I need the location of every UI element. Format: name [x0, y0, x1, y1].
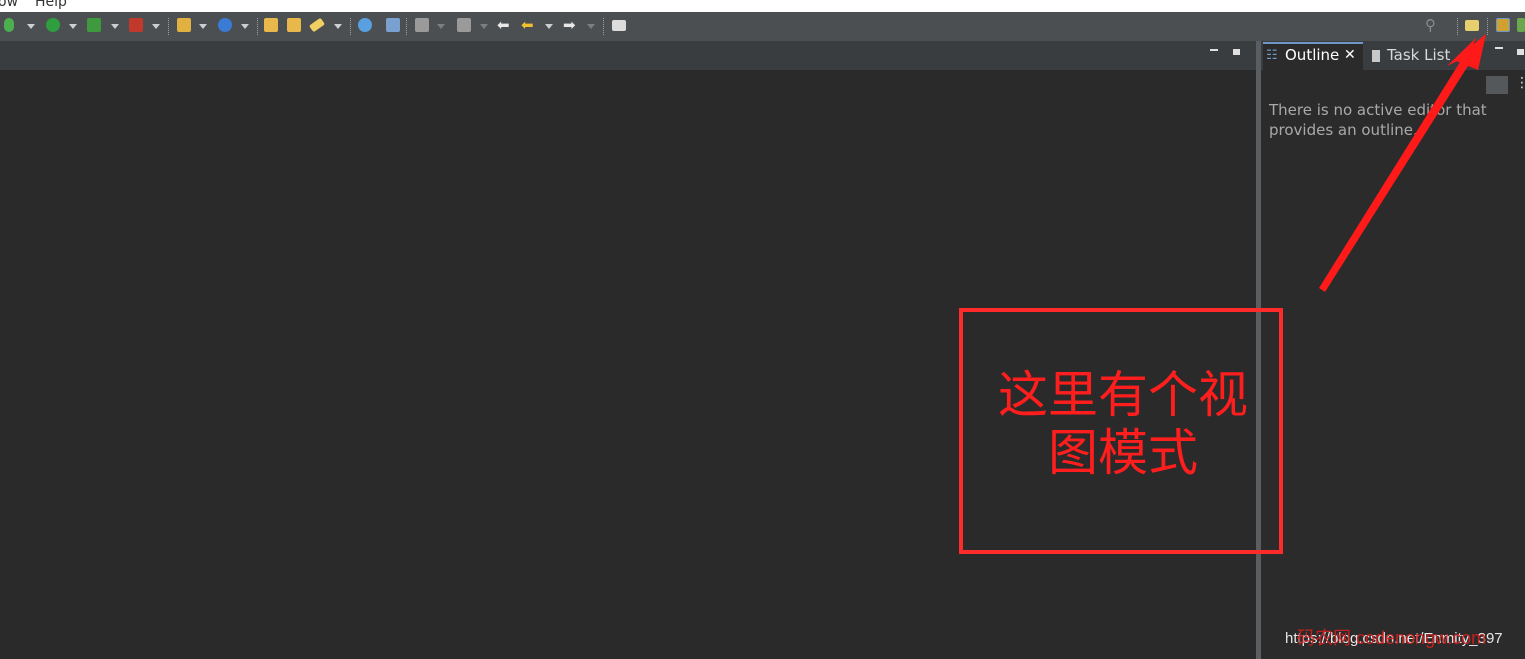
menu-item-help[interactable]: Help: [35, 0, 67, 10]
editor-tab-bar: [0, 41, 1256, 70]
toolbar-separator: [1457, 18, 1459, 35]
new-dropdown-icon[interactable]: [199, 24, 207, 29]
debug-icon[interactable]: [4, 18, 14, 32]
pin-editor-icon[interactable]: [612, 20, 626, 31]
new-class-icon[interactable]: [218, 18, 232, 32]
side-minimize-icon[interactable]: [1495, 47, 1503, 49]
search-icon[interactable]: [386, 18, 400, 32]
view-menu-icon[interactable]: ⋮: [1515, 74, 1525, 92]
toolbar-separator: [603, 18, 605, 35]
java-perspective-icon[interactable]: [1496, 18, 1510, 32]
annotation-text: 这里有个视图模式: [998, 366, 1248, 482]
open-type-icon[interactable]: [264, 18, 278, 32]
debug-perspective-icon[interactable]: [1517, 18, 1525, 32]
back-dropdown-icon[interactable]: [545, 24, 553, 29]
external-tools-dropdown-icon[interactable]: [152, 24, 160, 29]
next-annotation-dropdown-icon[interactable]: [437, 24, 445, 29]
menu-item-window[interactable]: ow: [0, 0, 18, 10]
external-tools-icon[interactable]: [129, 18, 143, 32]
debug-dropdown-icon[interactable]: [27, 24, 35, 29]
run-icon[interactable]: [46, 18, 60, 32]
watermark-overlay: 码农网 codenongw.com: [1297, 628, 1487, 648]
marker-dropdown-icon[interactable]: [334, 24, 342, 29]
previous-annotation-icon[interactable]: [457, 18, 471, 32]
toolbar-separator: [168, 18, 170, 35]
run-last-tool-icon[interactable]: [87, 18, 101, 32]
tab-outline-label[interactable]: Outline: [1285, 46, 1339, 64]
open-perspective-icon[interactable]: [1465, 20, 1479, 31]
focus-on-editor-icon[interactable]: [1486, 76, 1508, 94]
globe-icon[interactable]: [358, 18, 372, 32]
back-icon[interactable]: ⬅: [521, 16, 534, 34]
tab-outline-close-icon[interactable]: ✕: [1344, 47, 1356, 63]
main-toolbar: ⬅ ⬅ ➡ ⚲: [0, 12, 1525, 41]
side-maximize-icon[interactable]: [1517, 49, 1524, 55]
toolbar-separator: [406, 18, 408, 35]
last-edit-location-icon[interactable]: ⬅: [497, 16, 510, 34]
outline-content: [1261, 96, 1525, 659]
toolbar-separator: [350, 18, 352, 35]
outline-empty-message: There is no active editor that provides …: [1269, 101, 1487, 139]
new-class-dropdown-icon[interactable]: [241, 24, 249, 29]
forward-dropdown-icon[interactable]: [587, 24, 595, 29]
run-dropdown-icon[interactable]: [69, 24, 77, 29]
quick-access-search-icon[interactable]: ⚲: [1425, 16, 1436, 34]
outline-icon: ☷: [1266, 48, 1278, 63]
menu-bar: ow Help: [0, 0, 1525, 12]
open-task-icon[interactable]: [287, 18, 301, 32]
run-last-tool-dropdown-icon[interactable]: [111, 24, 119, 29]
tab-task-list[interactable]: Task List: [1387, 46, 1450, 64]
toolbar-separator: [1487, 18, 1489, 35]
new-java-project-icon[interactable]: [177, 18, 191, 32]
forward-icon[interactable]: ➡: [563, 16, 576, 34]
editor-minimize-icon[interactable]: [1210, 49, 1218, 51]
toolbar-separator: [257, 18, 259, 35]
task-list-icon: [1372, 50, 1380, 62]
next-annotation-icon[interactable]: [415, 18, 429, 32]
editor-maximize-icon[interactable]: [1233, 49, 1240, 55]
marker-icon[interactable]: [308, 17, 326, 33]
previous-annotation-dropdown-icon[interactable]: [480, 24, 488, 29]
